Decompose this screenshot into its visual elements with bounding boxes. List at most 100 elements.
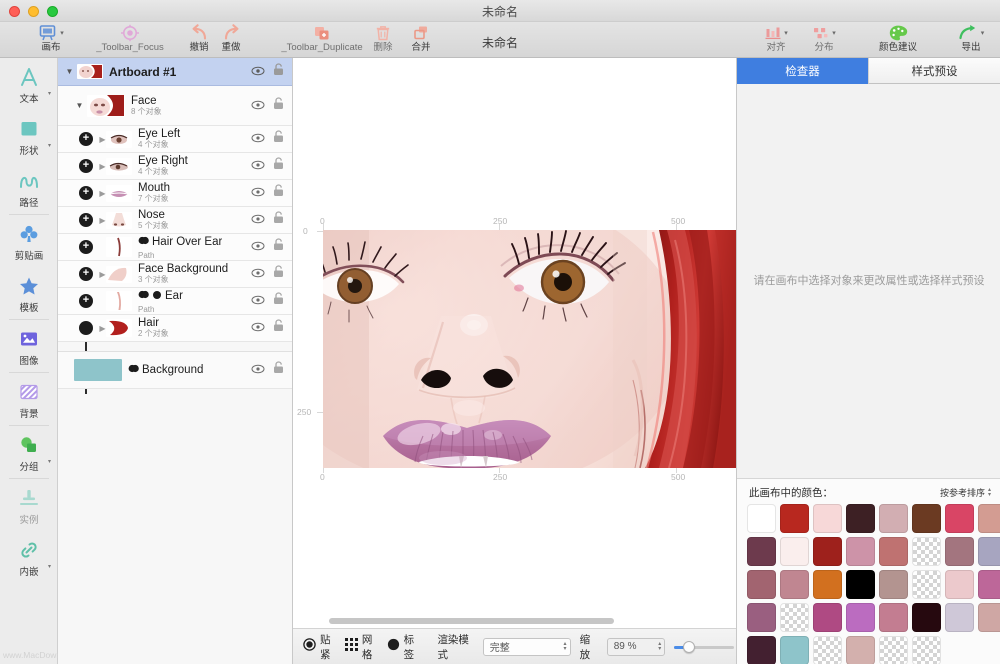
lock-icon[interactable] (273, 63, 284, 81)
layer-row-background[interactable]: Background (58, 351, 292, 389)
color-swatch[interactable] (945, 570, 974, 599)
grid-toggle[interactable]: 网格 (345, 632, 378, 662)
color-swatch-grid[interactable] (737, 504, 1000, 664)
color-swatch[interactable] (945, 537, 974, 566)
color-swatch[interactable] (747, 570, 776, 599)
color-swatch[interactable] (912, 603, 941, 632)
color-swatch[interactable] (879, 636, 908, 664)
layer-row-eye-right[interactable]: + ▶ Eye Right 4 个对象 (58, 153, 292, 180)
toolbar-button-color-suggestion[interactable]: 颜色建议 (866, 22, 930, 58)
color-swatch[interactable] (846, 570, 875, 599)
expand-node-button[interactable]: + (79, 240, 93, 254)
color-swatch[interactable] (978, 570, 1000, 599)
color-swatch[interactable] (780, 636, 809, 664)
artboard-canvas[interactable] (323, 230, 736, 468)
zoom-slider-thumb[interactable] (683, 641, 695, 653)
color-swatch[interactable] (780, 504, 809, 533)
color-swatch[interactable] (780, 537, 809, 566)
color-swatch[interactable] (846, 636, 875, 664)
color-swatch[interactable] (846, 504, 875, 533)
render-mode-select[interactable]: 完整 ▴▾ (483, 638, 571, 656)
eye-icon[interactable] (251, 97, 265, 115)
rail-item-shape[interactable]: 形状 ▾ (0, 110, 58, 162)
color-swatch[interactable] (813, 603, 842, 632)
expand-node-button[interactable]: + (79, 213, 93, 227)
rail-item-template[interactable]: 模板 (0, 267, 58, 319)
canvas-horizontal-scrollbar[interactable] (293, 614, 736, 628)
color-swatch[interactable] (813, 537, 842, 566)
rail-item-background[interactable]: 背景 (0, 373, 58, 425)
rail-item-clipart[interactable]: 剪贴画 (0, 215, 58, 267)
color-swatch[interactable] (879, 504, 908, 533)
rail-item-embed[interactable]: 内嵌 ▾ (0, 531, 58, 583)
layer-row-nose[interactable]: + ▶ Nose 5 个对象 (58, 207, 292, 234)
lock-icon[interactable] (273, 130, 284, 148)
layer-row-face-background[interactable]: + ▶ Face Background 3 个对象 (58, 261, 292, 288)
color-swatch[interactable] (747, 636, 776, 664)
disclosure-triangle-icon[interactable]: ▼ (64, 67, 75, 76)
eye-icon[interactable] (251, 184, 265, 202)
disclosure-triangle-icon[interactable]: ▼ (74, 101, 85, 110)
color-swatch[interactable] (912, 537, 941, 566)
rail-item-image[interactable]: 图像 (0, 320, 58, 372)
disclosure-triangle-icon[interactable]: ▶ (97, 324, 108, 333)
color-swatch[interactable] (978, 537, 1000, 566)
collapse-node-button[interactable] (79, 321, 93, 335)
rail-item-instance[interactable]: 实例 (0, 479, 58, 531)
color-swatch[interactable] (846, 603, 875, 632)
scrollbar-thumb[interactable] (329, 618, 614, 624)
layer-row-eye-left[interactable]: + ▶ Eye Left 4 个对象 (58, 126, 292, 153)
tab-style-presets[interactable]: 样式预设 (868, 58, 1000, 84)
color-swatch[interactable] (780, 570, 809, 599)
color-swatch[interactable] (978, 504, 1000, 533)
expand-node-button[interactable]: + (79, 186, 93, 200)
lock-icon[interactable] (273, 97, 284, 115)
color-swatch[interactable] (813, 504, 842, 533)
layer-row-artboard[interactable]: ▼ Artboard #1 (58, 58, 292, 86)
color-swatch[interactable] (912, 636, 941, 664)
toolbar-button-export[interactable]: ▾ 导出 (948, 22, 994, 58)
eye-icon[interactable] (251, 238, 265, 256)
color-swatch[interactable] (945, 603, 974, 632)
layers-panel[interactable]: ▼ Artboard #1 (58, 58, 293, 664)
color-swatch[interactable] (879, 570, 908, 599)
expand-node-button[interactable]: + (79, 132, 93, 146)
lock-icon[interactable] (273, 319, 284, 337)
lock-icon[interactable] (273, 238, 284, 256)
lock-icon[interactable] (273, 292, 284, 310)
rail-item-text[interactable]: 文本 ▾ (0, 58, 58, 110)
colors-sort-select[interactable]: 按参考排序 ▴▾ (940, 486, 991, 499)
layer-row-hair-over-ear[interactable]: + Hair Over Ear Path (58, 234, 292, 261)
color-swatch[interactable] (879, 537, 908, 566)
zoom-input[interactable]: 89 % ▴▾ (607, 638, 666, 656)
canvas-area[interactable]: 0 250 500 0 250 (293, 58, 736, 664)
color-swatch[interactable] (747, 603, 776, 632)
eye-icon[interactable] (251, 211, 265, 229)
color-swatch[interactable] (813, 570, 842, 599)
rail-item-path[interactable]: 路径 (0, 162, 58, 214)
lock-icon[interactable] (273, 361, 284, 379)
color-swatch[interactable] (879, 603, 908, 632)
lock-icon[interactable] (273, 157, 284, 175)
labels-toggle[interactable]: 标签 (387, 632, 420, 662)
lock-icon[interactable] (273, 211, 284, 229)
color-swatch[interactable] (747, 537, 776, 566)
color-swatch[interactable] (780, 603, 809, 632)
expand-node-button[interactable]: + (79, 294, 93, 308)
disclosure-triangle-icon[interactable]: ▶ (97, 270, 108, 279)
layer-row-hair[interactable]: ▶ Hair 2 个对象 (58, 315, 292, 342)
background-color-swatch[interactable] (74, 359, 122, 381)
tab-inspector[interactable]: 检查器 (737, 58, 868, 84)
color-swatch[interactable] (912, 504, 941, 533)
layer-row-group-face[interactable]: ▼ Face 8 个对象 (58, 86, 292, 126)
layer-row-mouth[interactable]: + ▶ Mouth 7 个对象 (58, 180, 292, 207)
eye-icon[interactable] (251, 63, 265, 81)
layer-row-ear[interactable]: + Ear Path (58, 288, 292, 315)
disclosure-triangle-icon[interactable]: ▶ (97, 162, 108, 171)
rail-item-group[interactable]: 分组 ▾ (0, 426, 58, 478)
toolbar-button-align[interactable]: ▾ 对齐 (752, 22, 800, 58)
eye-icon[interactable] (251, 361, 265, 379)
eye-icon[interactable] (251, 265, 265, 283)
eye-icon[interactable] (251, 292, 265, 310)
color-swatch[interactable] (978, 603, 1000, 632)
